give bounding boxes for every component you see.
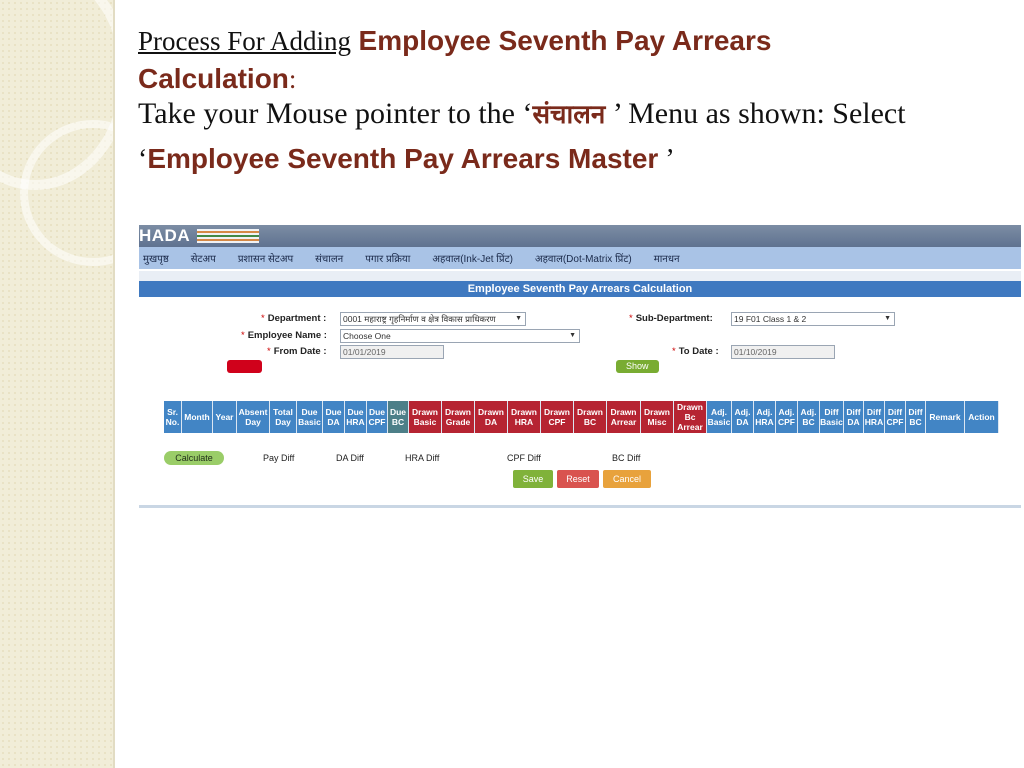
pay-diff-label: Pay Diff bbox=[263, 453, 295, 463]
column-header: Year bbox=[213, 401, 237, 433]
app-logo: HADA bbox=[139, 226, 191, 245]
column-header: Drawn Arrear bbox=[607, 401, 641, 433]
column-header: Diff BC bbox=[906, 401, 926, 433]
department-select[interactable]: 0001 महाराष्ट्र गृहनिर्माण व क्षेत्र विक… bbox=[340, 312, 526, 326]
column-header: Month bbox=[182, 401, 213, 433]
column-header: Adj. CPF bbox=[776, 401, 798, 433]
from-date-input[interactable]: 01/01/2019 bbox=[340, 345, 444, 359]
cpf-diff-label: CPF Diff bbox=[507, 453, 541, 463]
column-header: Action bbox=[965, 401, 999, 433]
column-header: Drawn BC bbox=[574, 401, 607, 433]
column-header: Adj. BC bbox=[798, 401, 820, 433]
open-quote: ‘ bbox=[138, 144, 148, 175]
title-part-3: Calculation bbox=[138, 63, 289, 94]
title-colon: : bbox=[288, 64, 297, 94]
cancel-button[interactable]: Cancel bbox=[603, 470, 651, 488]
slide-title: Process For Adding Employee Seventh Pay … bbox=[138, 22, 1018, 60]
dropdown-arrow-icon: ▼ bbox=[515, 315, 522, 322]
to-date-label: * To Date : bbox=[672, 346, 719, 357]
instruction-master-name: Employee Seventh Pay Arrears Master bbox=[147, 143, 659, 174]
column-header: Due BC bbox=[388, 401, 409, 433]
app-header: HADA bbox=[139, 225, 1021, 247]
instruction-menu-name: संचालन bbox=[532, 100, 606, 129]
reset-button[interactable]: Reset bbox=[557, 470, 599, 488]
employee-name-label: * Employee Name : bbox=[241, 330, 327, 341]
slide-instructions: Process For Adding Employee Seventh Pay … bbox=[138, 22, 1018, 182]
column-header: Remark bbox=[926, 401, 965, 433]
column-header: Drawn Bc Arrear bbox=[674, 401, 707, 433]
column-header: Diff CPF bbox=[885, 401, 906, 433]
main-menu-bar: मुखपृष्ठ सेटअप प्रशासन सेटअप संचालन पगार प्र… bbox=[139, 247, 1021, 271]
sub-department-select[interactable]: 19 F01 Class 1 & 2 ▼ bbox=[731, 312, 895, 326]
menu-item-3[interactable]: संचालन bbox=[315, 251, 343, 265]
page-title: Employee Seventh Pay Arrears Calculation bbox=[139, 281, 1021, 297]
column-header: Due DA bbox=[323, 401, 345, 433]
dropdown-arrow-icon: ▼ bbox=[569, 332, 576, 339]
instruction-text-1: Take your Mouse pointer to the ‘ bbox=[138, 97, 533, 130]
da-diff-label: DA Diff bbox=[336, 453, 364, 463]
column-header: Adj. Basic bbox=[707, 401, 732, 433]
arrears-form: * Department : 0001 महाराष्ट्र गृहनिर्माण… bbox=[139, 297, 1021, 389]
column-header: Diff DA bbox=[844, 401, 864, 433]
app-screenshot: HADA मुखपृष्ठ सेटअप प्रशासन सेटअप संचालन पगा… bbox=[139, 225, 1021, 508]
column-header: Sr. No. bbox=[164, 401, 182, 433]
column-header: Diff HRA bbox=[864, 401, 885, 433]
instruction-line: Take your Mouse pointer to the ‘संचालन ’… bbox=[138, 94, 1018, 135]
bc-diff-label: BC Diff bbox=[612, 453, 641, 463]
dropdown-arrow-icon: ▼ bbox=[884, 315, 891, 322]
arrears-table-header: Sr. No. Month Year Absent Day Total Day Due B… bbox=[164, 401, 999, 433]
title-part-2: Employee Seventh Pay Arrears bbox=[358, 25, 772, 56]
instruction-line-2: ‘Employee Seventh Pay Arrears Master ’ bbox=[138, 137, 1018, 182]
column-header: Drawn DA bbox=[475, 401, 508, 433]
red-action-button[interactable] bbox=[227, 360, 262, 373]
column-header: Drawn Grade bbox=[442, 401, 475, 433]
to-date-input[interactable]: 01/10/2019 bbox=[731, 345, 835, 359]
instruction-text-2: ’ Menu as shown: Select bbox=[605, 97, 906, 130]
employee-name-select[interactable]: Choose One ▼ bbox=[340, 329, 580, 343]
column-header: Absent Day bbox=[237, 401, 270, 433]
decorative-side-strip bbox=[0, 0, 115, 768]
show-button[interactable]: Show bbox=[616, 360, 659, 373]
save-button[interactable]: Save bbox=[513, 470, 553, 488]
from-date-label: * From Date : bbox=[267, 346, 327, 357]
column-header: Drawn Misc bbox=[641, 401, 674, 433]
column-header: Total Day bbox=[270, 401, 297, 433]
menu-item-6[interactable]: अहवाल(Dot-Matrix प्रिंट) bbox=[535, 251, 632, 265]
menu-item-2[interactable]: प्रशासन सेटअप bbox=[238, 251, 293, 265]
column-header: Diff Basic bbox=[820, 401, 844, 433]
menu-item-5[interactable]: अहवाल(Ink-Jet प्रिंट) bbox=[432, 251, 513, 265]
hra-diff-label: HRA Diff bbox=[405, 453, 440, 463]
menu-item-4[interactable]: पगार प्रक्रिया bbox=[365, 251, 410, 265]
department-label: * Department : bbox=[261, 313, 327, 324]
column-header: Due Basic bbox=[297, 401, 323, 433]
flag-stripes-icon bbox=[197, 229, 259, 243]
menu-item-1[interactable]: सेटअप bbox=[191, 251, 216, 265]
column-header: Drawn HRA bbox=[508, 401, 541, 433]
menu-item-7[interactable]: मानधन bbox=[654, 251, 680, 265]
column-header: Due CPF bbox=[367, 401, 388, 433]
menu-item-0[interactable]: मुखपृष्ठ bbox=[143, 251, 169, 265]
calculate-button[interactable]: Calculate bbox=[164, 451, 224, 465]
menu-strip bbox=[139, 271, 1021, 281]
sub-department-label: * Sub-Department: bbox=[629, 313, 713, 324]
column-header: Due HRA bbox=[345, 401, 367, 433]
column-header: Adj. HRA bbox=[754, 401, 776, 433]
column-header: Drawn Basic bbox=[409, 401, 442, 433]
slide-title-line-2: Calculation: bbox=[138, 60, 1018, 98]
column-header: Adj. DA bbox=[732, 401, 754, 433]
column-header: Drawn CPF bbox=[541, 401, 574, 433]
close-quote: ’ bbox=[658, 144, 675, 175]
title-part-1: Process For Adding bbox=[138, 26, 352, 56]
